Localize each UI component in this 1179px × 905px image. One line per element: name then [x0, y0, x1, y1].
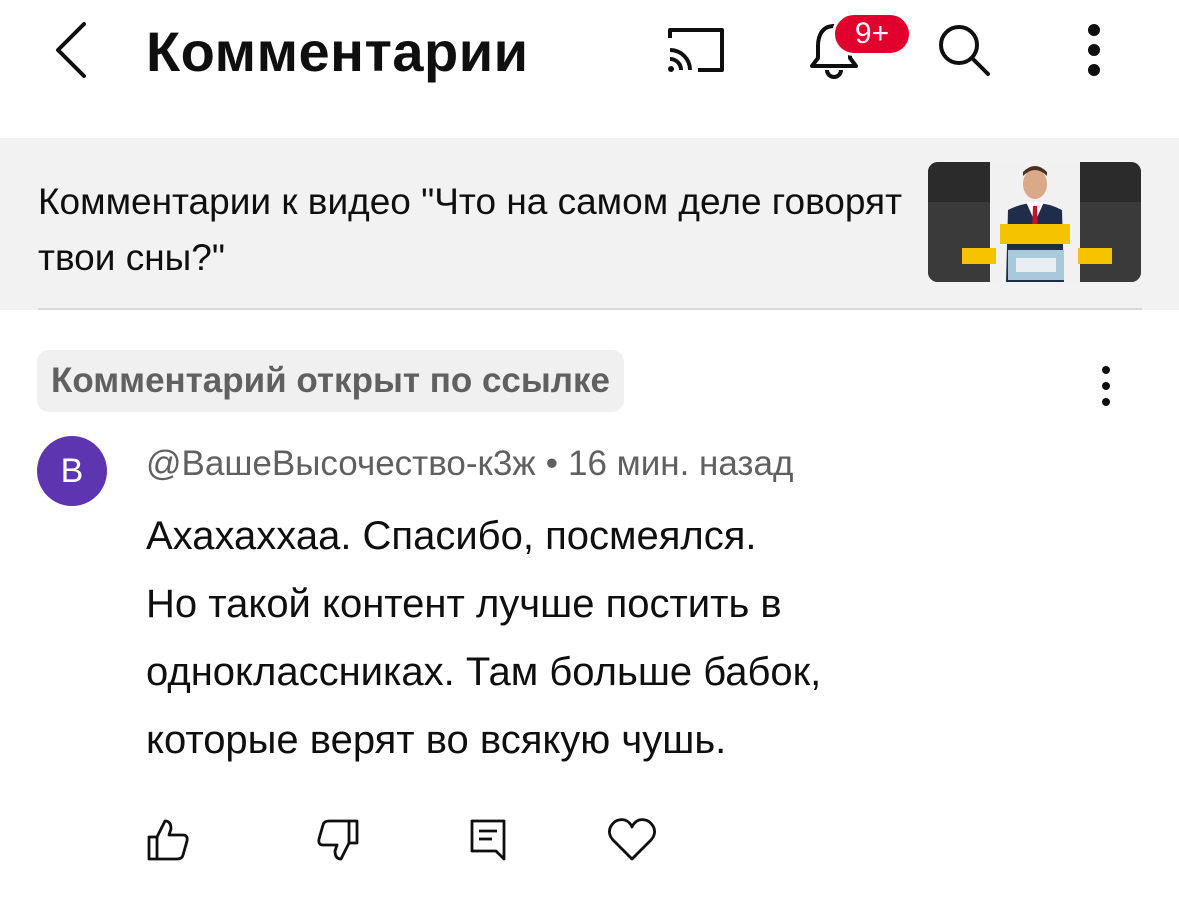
meta-separator: •: [545, 444, 558, 483]
thumbnail-image: [928, 162, 1141, 282]
comment-line: Ахахаххаа. Спасибо, посмеялся.: [146, 514, 757, 558]
avatar[interactable]: В: [37, 436, 107, 506]
cast-button[interactable]: [660, 18, 732, 82]
notification-badge: 9+: [832, 12, 912, 56]
comment-time: 16 мин. назад: [567, 444, 794, 483]
reply-icon: [470, 819, 506, 861]
video-title-text: Комментарии к видео "Что на самом деле г…: [38, 181, 903, 278]
comment-more-button[interactable]: [1084, 358, 1128, 414]
video-thumbnail[interactable]: [928, 162, 1141, 282]
more-vert-icon: [1088, 24, 1100, 76]
linked-comment-label: Комментарий открыт по ссылке: [37, 350, 624, 412]
reply-button[interactable]: [456, 808, 520, 872]
page-title: Комментарии: [146, 20, 529, 83]
comment-line: которые верят во всякую чушь.: [146, 718, 727, 762]
thumbs-up-icon: [147, 819, 189, 861]
search-icon: [939, 25, 990, 76]
thumbs-down-icon: [317, 819, 359, 861]
comment-body: Ахахаххаа. Спасибо, посмеялся. Но такой …: [146, 502, 1146, 774]
app-bar: Комментарии 9+: [0, 0, 1179, 110]
comment-line: Но такой контент лучше постить в: [146, 582, 782, 626]
video-header[interactable]: Комментарии к видео "Что на самом деле г…: [0, 138, 1179, 310]
search-button[interactable]: [928, 18, 1000, 82]
comment-line: одноклассниках. Там больше бабок,: [146, 650, 822, 694]
heart-button[interactable]: [600, 808, 664, 872]
heart-icon: [608, 818, 656, 861]
cast-icon: [668, 28, 724, 72]
back-button[interactable]: [40, 18, 104, 82]
more-vert-icon: [1102, 366, 1110, 406]
dislike-button[interactable]: [306, 808, 370, 872]
back-icon: [56, 22, 86, 78]
comment-author[interactable]: @ВашеВысочество-к3ж: [146, 444, 536, 483]
comment-meta: @ВашеВысочество-к3ж • 16 мин. назад: [146, 442, 793, 486]
comment-actions: [0, 808, 1179, 872]
header-divider: [38, 308, 1142, 310]
more-options-button[interactable]: [1058, 18, 1130, 82]
like-button[interactable]: [136, 808, 200, 872]
